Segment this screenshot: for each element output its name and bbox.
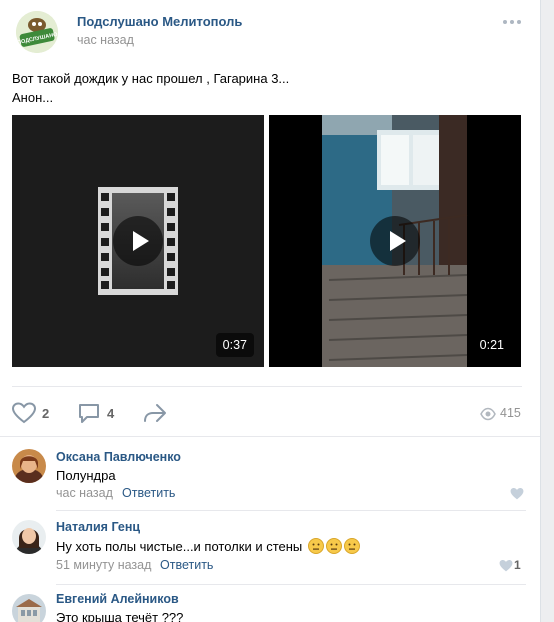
comment-author[interactable]: Оксана Павлюченко	[56, 450, 181, 464]
post-text: Вот такой дождик у нас прошел , Гагарина…	[12, 69, 289, 107]
avatar-photo	[12, 594, 46, 622]
share-icon	[144, 404, 166, 422]
heart-icon	[499, 559, 513, 572]
post-text-line: Вот такой дождик у нас прошел , Гагарина…	[12, 71, 290, 86]
avatar[interactable]	[12, 520, 46, 554]
post-card: ПОДСЛУШАНО Подслушано Мелитополь час наз…	[0, 0, 541, 622]
video-duration: 0:21	[472, 333, 511, 357]
play-button[interactable]	[113, 216, 163, 266]
video-thumbnail-2[interactable]: 0:21	[269, 115, 521, 367]
share-button[interactable]	[143, 402, 167, 424]
avatar-photo	[12, 449, 46, 483]
eye-icon	[480, 407, 496, 421]
comment-time[interactable]: час назад	[56, 486, 113, 500]
comment-button[interactable]: 4	[78, 402, 118, 424]
views-counter: 415	[480, 406, 525, 422]
comment-item: Евгений Алейников Это крыша течёт ???	[0, 584, 540, 622]
comment-author[interactable]: Евгений Алейников	[56, 592, 179, 606]
comment-icon	[79, 404, 99, 423]
divider	[12, 386, 522, 387]
reply-button[interactable]: Ответить	[122, 486, 175, 500]
comment-like-count: 1	[514, 558, 521, 572]
like-button[interactable]: 2	[12, 402, 52, 424]
avatar[interactable]	[12, 449, 46, 483]
comment-text: Это крыша течёт ???	[56, 610, 184, 622]
comment-text-row: Ну хоть полы чистые...и потолки и стены	[56, 538, 360, 557]
comment-text: Полундра	[56, 468, 116, 483]
avatar-photo	[12, 520, 46, 554]
comment-like-button[interactable]	[499, 559, 513, 573]
more-options-button[interactable]	[503, 16, 523, 28]
play-button[interactable]	[370, 216, 420, 266]
post-time[interactable]: час назад	[77, 33, 134, 47]
neutral-face-emoji-icon	[343, 538, 360, 557]
dot-icon	[510, 20, 514, 24]
post-text-line: Анон...	[12, 90, 54, 105]
comment-text: Ну хоть полы чистые...и потолки и стены	[56, 539, 303, 554]
heart-icon	[510, 487, 524, 500]
comment-item: Наталия Генц Ну хоть полы чистые...и пот…	[0, 510, 540, 584]
views-count: 415	[500, 406, 521, 420]
dot-icon	[517, 20, 521, 24]
play-icon	[390, 231, 406, 251]
play-icon	[133, 231, 149, 251]
heart-icon	[12, 402, 36, 424]
reply-button[interactable]: Ответить	[160, 558, 213, 572]
video-thumbnail-1[interactable]: 0:37	[12, 115, 264, 367]
group-logo-icon: ПОДСЛУШАНО	[16, 11, 58, 53]
like-count: 2	[42, 406, 50, 421]
avatar[interactable]	[12, 594, 46, 622]
comment-like-button[interactable]	[510, 487, 524, 501]
video-duration: 0:37	[215, 333, 254, 357]
dot-icon	[503, 20, 507, 24]
comment-time[interactable]: 51 минуту назад	[56, 558, 151, 572]
comment-item: Оксана Павлюченко Полундра час назад Отв…	[0, 436, 540, 510]
neutral-face-emoji-icon	[307, 538, 324, 557]
comment-count: 4	[107, 406, 115, 421]
group-avatar[interactable]: ПОДСЛУШАНО	[16, 11, 58, 53]
comment-author[interactable]: Наталия Генц	[56, 520, 140, 534]
post-header: ПОДСЛУШАНО Подслушано Мелитополь час наз…	[0, 0, 540, 62]
neutral-face-emoji-icon	[325, 538, 342, 557]
group-name[interactable]: Подслушано Мелитополь	[77, 14, 242, 29]
